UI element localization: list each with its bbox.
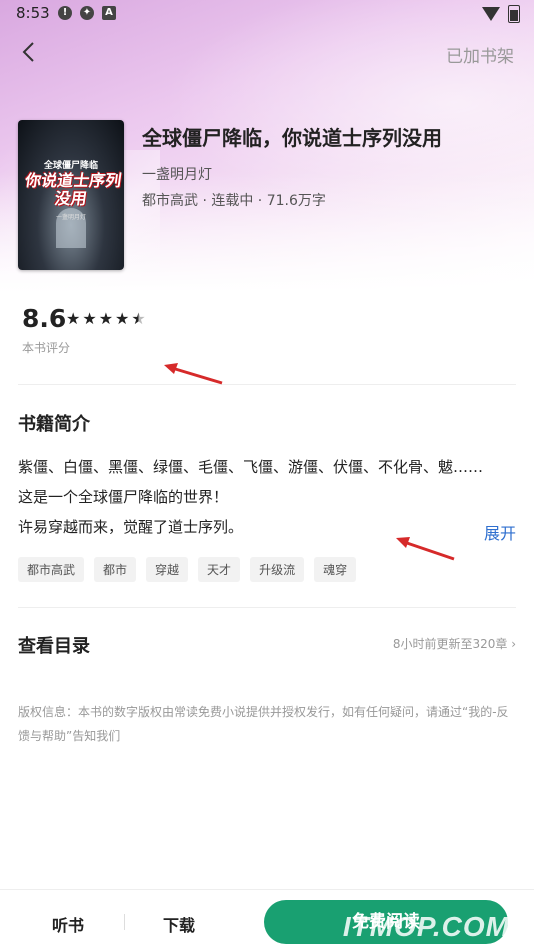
tag-list: 都市高武 都市 穿越 天才 升级流 魂穿 [18,557,357,582]
tag-chip[interactable]: 天才 [198,557,241,582]
catalog-update-text: 8小时前更新至320章 [392,637,508,651]
chevron-right-icon: › [511,637,516,651]
bar-separator [124,914,125,930]
tag-chip[interactable]: 都市 [94,557,137,582]
listen-button[interactable]: 听书 [52,912,84,936]
watermark: ITMOP.COM [342,911,510,942]
wifi-icon [482,7,500,21]
cover-author-text: 一盏明月灯 [55,214,86,221]
intro-title: 书籍简介 [18,414,90,435]
book-meta: 都市高武 · 连载中 · 71.6万字 [142,193,326,209]
added-to-shelf-button[interactable]: 已加书架 [446,42,514,67]
intro-line: 紫僵、白僵、黑僵、绿僵、毛僵、飞僵、游僵、伏僵、不化骨、魃…… [18,458,484,476]
intro-line: 许易穿越而来，觉醒了道士序列。 [18,518,244,536]
annotation-arrow [164,363,223,385]
rating-label: 本书评分 [22,341,71,355]
tag-chip[interactable]: 魂穿 [314,557,357,582]
keyboard-a-icon: A [102,6,116,20]
catalog-title[interactable]: 查看目录 [18,632,90,658]
divider [18,384,516,385]
star-icon: ★ [115,309,130,328]
star-icon: ★ [82,309,97,328]
rating-score: 8.6 [22,304,67,333]
intro-line: 这是一个全球僵尸降临的世界！ [18,488,229,506]
status-notification-icons: ! ✦ A [58,6,116,20]
status-time: 8:53 [16,4,50,22]
copyright-info: 版权信息：本书的数字版权由常读免费小说提供并授权发行，如有任何疑问，请通过“我的… [18,705,509,743]
back-button[interactable] [16,38,46,68]
status-bar: 8:53 ! ✦ A [0,0,534,28]
chevron-left-icon [22,42,34,62]
battery-icon [508,5,520,23]
half-star-icon: ★ [131,309,146,328]
book-author[interactable]: 一盏明月灯 [142,164,212,184]
expand-intro-link[interactable]: 展开 [484,520,516,544]
annotation-arrow [396,537,455,561]
star-icon: ★ [66,309,81,328]
star-icon: ★ [98,309,114,328]
tag-chip[interactable]: 升级流 [250,557,305,582]
rating-stars: ★ ★ ★ ★ ★ [66,310,146,328]
divider [18,607,516,608]
tag-chip[interactable]: 穿越 [146,557,189,582]
cover-top-text: 全球僵尸降临 [43,161,98,171]
app-notification-icon: ✦ [80,6,94,20]
catalog-update-info[interactable]: 8小时前更新至320章 › [393,635,516,652]
status-system-icons [482,5,520,23]
tag-chip[interactable]: 都市高武 [18,557,85,582]
cover-main-text: 你说道士序列没用 [24,171,123,208]
book-title: 全球僵尸降临，你说道士序列没用 [142,126,442,150]
alert-icon: ! [58,6,72,20]
download-button[interactable]: 下载 [163,912,195,936]
book-cover: 全球僵尸降临 你说道士序列没用 一盏明月灯 [18,120,124,270]
